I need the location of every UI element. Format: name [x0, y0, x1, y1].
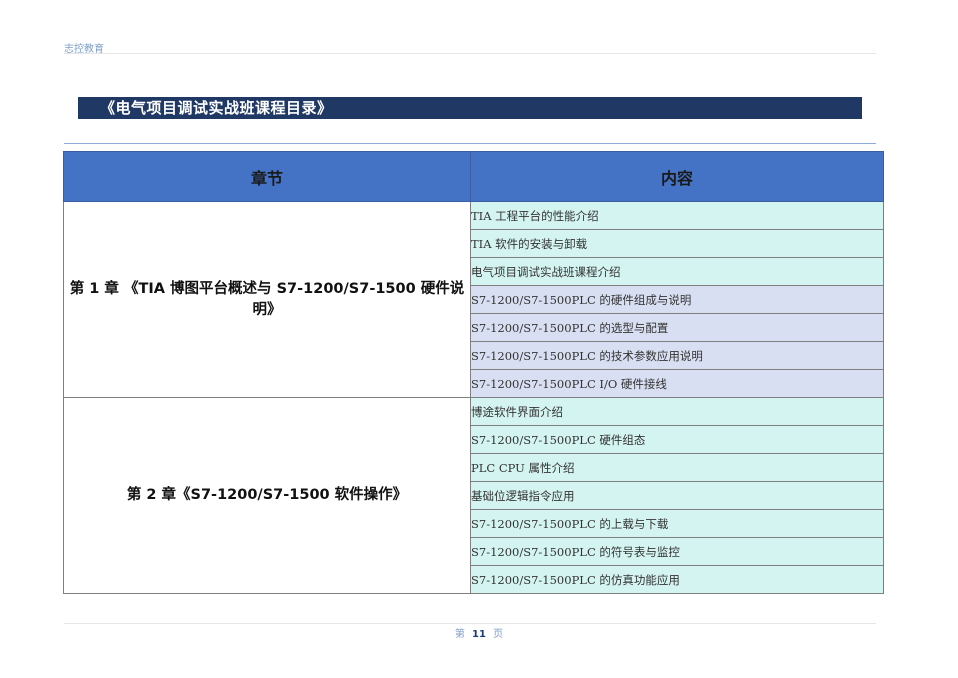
table-row: 第 2 章《S7-1200/S7-1500 软件操作》 博途软件界面介绍 [63, 397, 884, 594]
content-cell: 电气项目调试实战班课程介绍 [470, 257, 884, 286]
content-cell: TIA 工程平台的性能介绍 [470, 201, 884, 230]
page-number-prefix: 第 [454, 629, 465, 640]
content-cell: S7-1200/S7-1500PLC 的硬件组成与说明 [470, 285, 884, 314]
header-divider [64, 53, 876, 54]
page-title: 《电气项目调试实战班课程目录》 [78, 97, 862, 119]
content-cell: S7-1200/S7-1500PLC 硬件组态 [470, 425, 884, 454]
content-cell: S7-1200/S7-1500PLC 的选型与配置 [470, 313, 884, 342]
chapter-cell: 第 1 章 《TIA 博图平台概述与 S7-1200/S7-1500 硬件说明》 [63, 201, 471, 398]
content-cell: 基础位逻辑指令应用 [470, 481, 884, 510]
content-cell: S7-1200/S7-1500PLC 的符号表与监控 [470, 537, 884, 566]
page-number: 第 11 页 [0, 625, 958, 640]
table-header-row: 章节 内容 [63, 151, 884, 202]
title-divider [64, 143, 876, 144]
content-cell: TIA 软件的安装与卸载 [470, 229, 884, 258]
table-row: 第 1 章 《TIA 博图平台概述与 S7-1200/S7-1500 硬件说明》… [63, 201, 884, 398]
footer-divider [64, 623, 876, 624]
content-cell: S7-1200/S7-1500PLC 的仿真功能应用 [470, 565, 884, 594]
page-number-suffix: 页 [493, 629, 504, 640]
content-cell: S7-1200/S7-1500PLC 的技术参数应用说明 [470, 341, 884, 370]
column-header-content: 内容 [470, 151, 884, 202]
content-cell: S7-1200/S7-1500PLC 的上载与下载 [470, 509, 884, 538]
page-number-value: 11 [472, 629, 486, 640]
column-header-chapter: 章节 [63, 151, 471, 202]
content-cell: S7-1200/S7-1500PLC I/O 硬件接线 [470, 369, 884, 398]
course-outline-table: 章节 内容 第 1 章 《TIA 博图平台概述与 S7-1200/S7-1500… [63, 151, 884, 594]
content-cell: PLC CPU 属性介绍 [470, 453, 884, 482]
content-cell: 博途软件界面介绍 [470, 397, 884, 426]
chapter-cell: 第 2 章《S7-1200/S7-1500 软件操作》 [63, 397, 471, 594]
